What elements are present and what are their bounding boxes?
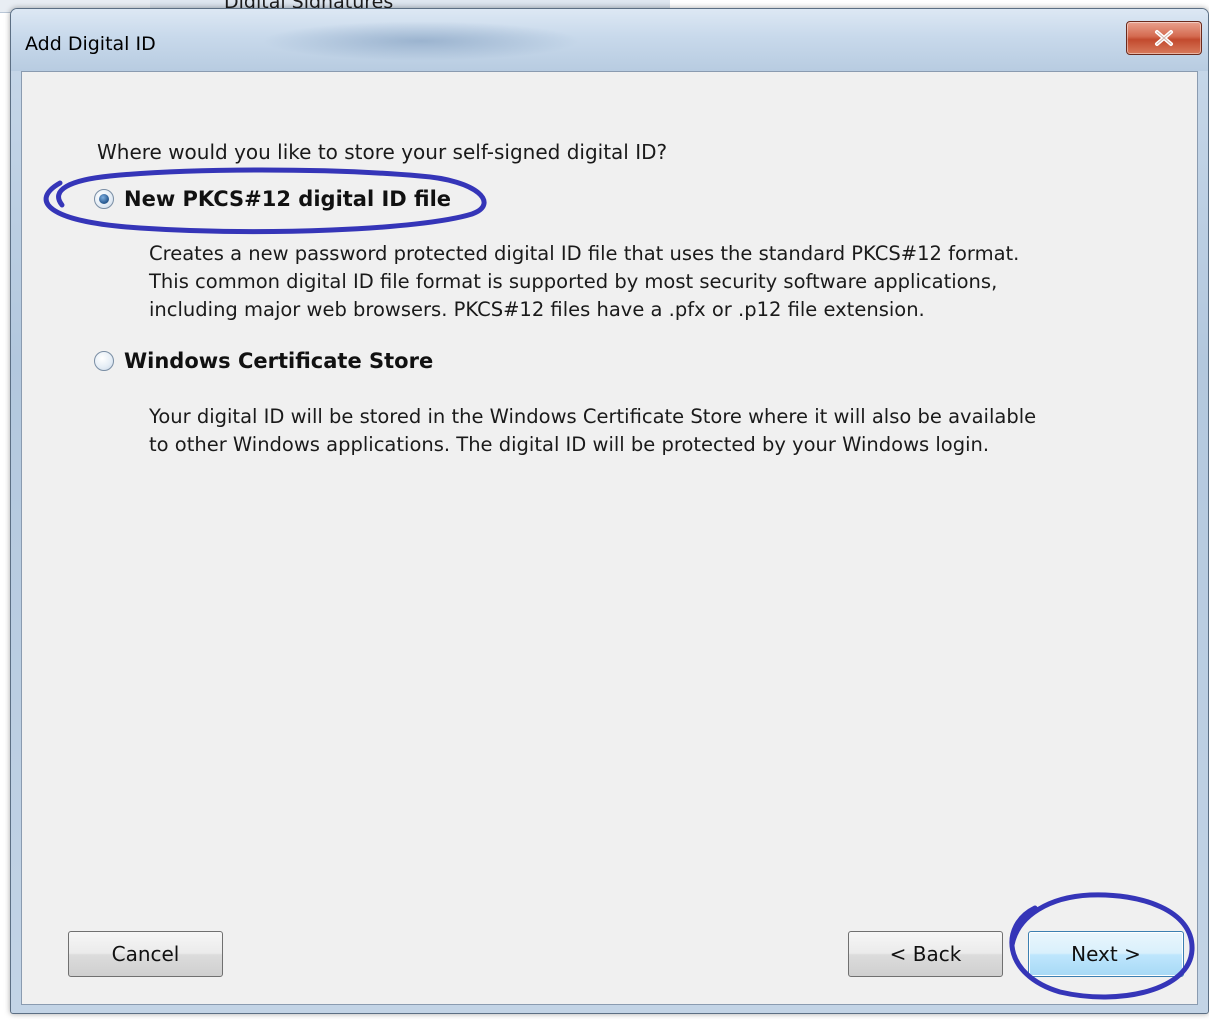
windows-store-description: Your digital ID will be stored in the Wi… [149, 403, 1109, 459]
close-button[interactable] [1126, 21, 1202, 55]
dialog-title: Add Digital ID [25, 33, 156, 55]
windows-store-radio[interactable] [94, 351, 114, 371]
add-digital-id-dialog: Add Digital ID Where would you like to s… [10, 8, 1209, 1014]
close-icon [1155, 30, 1173, 46]
description-line: to other Windows applications. The digit… [149, 433, 990, 456]
pkcs12-radio[interactable] [94, 189, 114, 209]
windows-store-label[interactable]: Windows Certificate Store [124, 349, 433, 373]
option-pkcs12[interactable]: New PKCS#12 digital ID file [94, 187, 451, 211]
dialog-titlebar[interactable]: Add Digital ID [11, 9, 1208, 71]
pkcs12-label[interactable]: New PKCS#12 digital ID file [124, 187, 451, 211]
description-line: Creates a new password protected digital… [149, 242, 1020, 265]
description-line: including major web browsers. PKCS#12 fi… [149, 298, 925, 321]
back-button[interactable]: < Back [848, 931, 1003, 977]
dialog-content: Where would you like to store your self-… [21, 71, 1198, 1005]
description-line: This common digital ID file format is su… [149, 270, 998, 293]
pkcs12-description: Creates a new password protected digital… [149, 240, 1109, 324]
cancel-button[interactable]: Cancel [68, 931, 223, 977]
store-question: Where would you like to store your self-… [97, 140, 668, 164]
next-button[interactable]: Next > [1028, 931, 1184, 977]
option-windows-certificate-store[interactable]: Windows Certificate Store [94, 349, 433, 373]
description-line: Your digital ID will be stored in the Wi… [149, 405, 1037, 428]
